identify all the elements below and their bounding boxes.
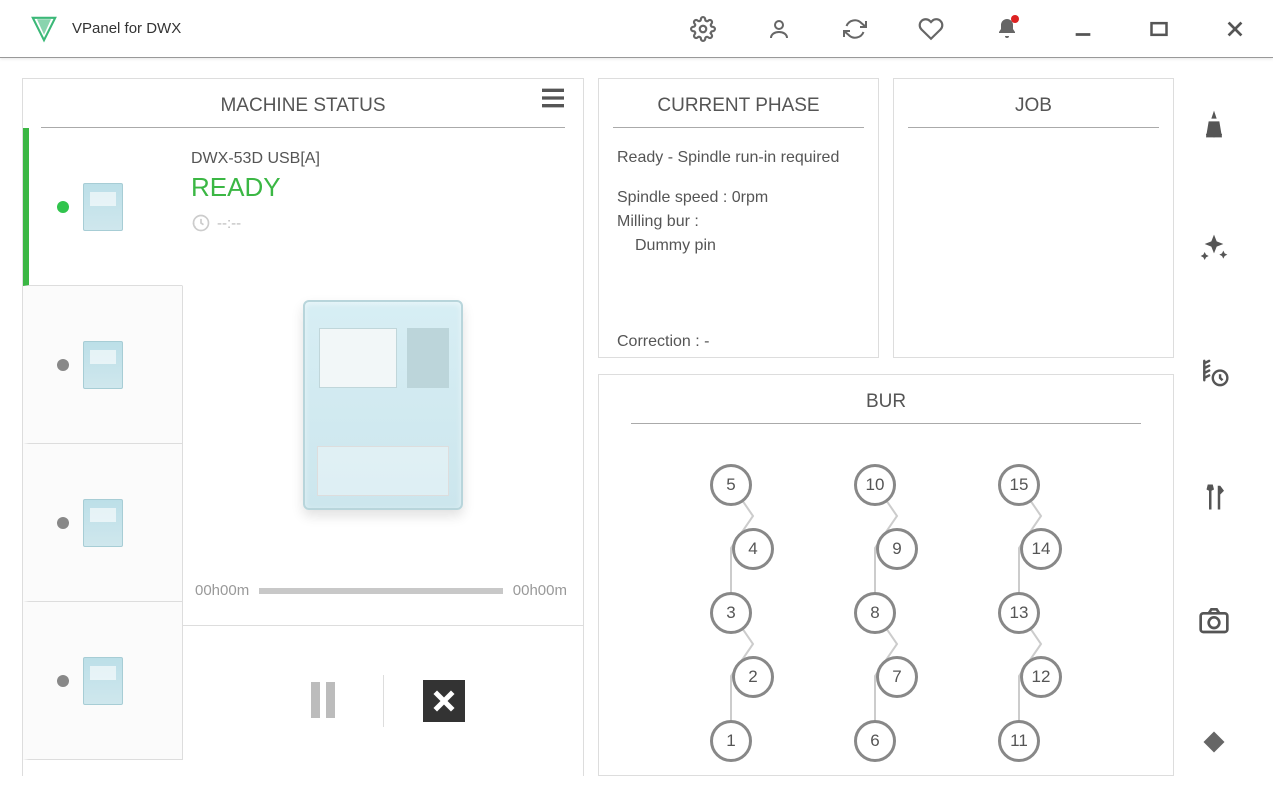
bur-slot[interactable]: 11 (998, 720, 1040, 762)
bur-slot[interactable]: 12 (1020, 656, 1062, 698)
bur-panel: BUR 5 4 3 2 1 10 9 8 7 6 15 14 13 12 11 (598, 374, 1174, 776)
job-panel: JOB (893, 78, 1174, 358)
bur-slot[interactable]: 14 (1020, 528, 1062, 570)
spindle-speed: Spindle speed : 0rpm (617, 186, 860, 210)
progress-start: 00h00m (195, 582, 249, 599)
sparkle-icon[interactable] (1198, 232, 1230, 264)
bur-slot[interactable]: 13 (998, 592, 1040, 634)
machine-item-4[interactable] (23, 602, 183, 760)
notification-dot (1011, 15, 1019, 23)
bur-column: 10 9 8 7 6 (854, 464, 918, 784)
heart-icon[interactable] (893, 1, 969, 57)
bur-slot[interactable]: 1 (710, 720, 752, 762)
bur-slot[interactable]: 7 (876, 656, 918, 698)
current-phase-panel: CURRENT PHASE Ready - Spindle run-in req… (598, 78, 879, 358)
machine-image (183, 248, 583, 562)
bur-slot[interactable]: 3 (710, 592, 752, 634)
bur-slot[interactable]: 15 (998, 464, 1040, 506)
status-detail: DWX-53D USB[A] READY --:-- 00h00m (183, 128, 583, 776)
notification-bell-icon[interactable] (969, 1, 1045, 57)
progress-bar-row: 00h00m 00h00m (183, 562, 583, 626)
job-header: JOB (908, 79, 1159, 128)
machine-list (23, 128, 183, 776)
phase-line-1: Ready - Spindle run-in required (617, 146, 860, 170)
bur-slot[interactable]: 10 (854, 464, 896, 506)
machine-item-3[interactable] (23, 444, 183, 602)
controls-row (183, 626, 583, 776)
machine-thumbnail (83, 183, 123, 231)
bur-column: 15 14 13 12 11 (998, 464, 1062, 784)
correction: Correction : - (617, 330, 860, 354)
diamond-icon[interactable] (1200, 728, 1228, 756)
app-title: VPanel for DWX (72, 20, 181, 37)
pause-button[interactable] (263, 682, 383, 721)
maximize-button[interactable] (1121, 1, 1197, 57)
user-icon[interactable] (741, 1, 817, 57)
machine-thumbnail (83, 499, 123, 547)
status-dot (57, 675, 69, 687)
workspace: MACHINE STATUS (0, 58, 1273, 796)
camera-icon[interactable] (1198, 604, 1230, 636)
app-logo (30, 15, 58, 43)
progress-bar (259, 588, 503, 594)
close-button[interactable] (1197, 1, 1273, 57)
menu-icon[interactable] (539, 87, 571, 109)
bur-slot[interactable]: 9 (876, 528, 918, 570)
status-dot (57, 517, 69, 529)
tools-icon[interactable] (1199, 482, 1229, 512)
milling-icon[interactable] (1198, 108, 1230, 140)
bur-column: 5 4 3 2 1 (710, 464, 774, 784)
refresh-icon[interactable] (817, 1, 893, 57)
minimize-button[interactable] (1045, 1, 1121, 57)
bur-slot[interactable]: 5 (710, 464, 752, 506)
right-toolbar (1174, 78, 1254, 796)
bur-header: BUR (631, 375, 1141, 424)
machine-status-title: MACHINE STATUS (220, 95, 385, 116)
bur-slot[interactable]: 2 (732, 656, 774, 698)
titlebar: VPanel for DWX (0, 0, 1273, 58)
status-dot (57, 201, 69, 213)
current-phase-header: CURRENT PHASE (613, 79, 864, 128)
elapsed-time: --:-- (191, 213, 573, 233)
bur-grid: 5 4 3 2 1 10 9 8 7 6 15 14 13 12 11 (613, 424, 1159, 784)
status-dot (57, 359, 69, 371)
progress-end: 00h00m (513, 582, 567, 599)
device-name: DWX-53D USB[A] (191, 150, 573, 168)
stop-button[interactable] (384, 680, 504, 722)
machine-item-1[interactable] (23, 128, 183, 286)
settings-icon[interactable] (665, 1, 741, 57)
elapsed-value: --:-- (217, 215, 241, 232)
machine-thumbnail (83, 341, 123, 389)
machine-thumbnail (83, 657, 123, 705)
machine-status-panel: MACHINE STATUS (22, 78, 584, 776)
bur-slot[interactable]: 8 (854, 592, 896, 634)
milling-bur-label: Milling bur : (617, 210, 860, 234)
device-state: READY (191, 172, 573, 203)
center-column: CURRENT PHASE Ready - Spindle run-in req… (598, 78, 1174, 796)
machine-status-header: MACHINE STATUS (41, 79, 565, 128)
machine-item-2[interactable] (23, 286, 183, 444)
bur-slot[interactable]: 4 (732, 528, 774, 570)
milling-bur-value: Dummy pin (617, 234, 860, 258)
schedule-icon[interactable] (1197, 356, 1231, 390)
bur-slot[interactable]: 6 (854, 720, 896, 762)
